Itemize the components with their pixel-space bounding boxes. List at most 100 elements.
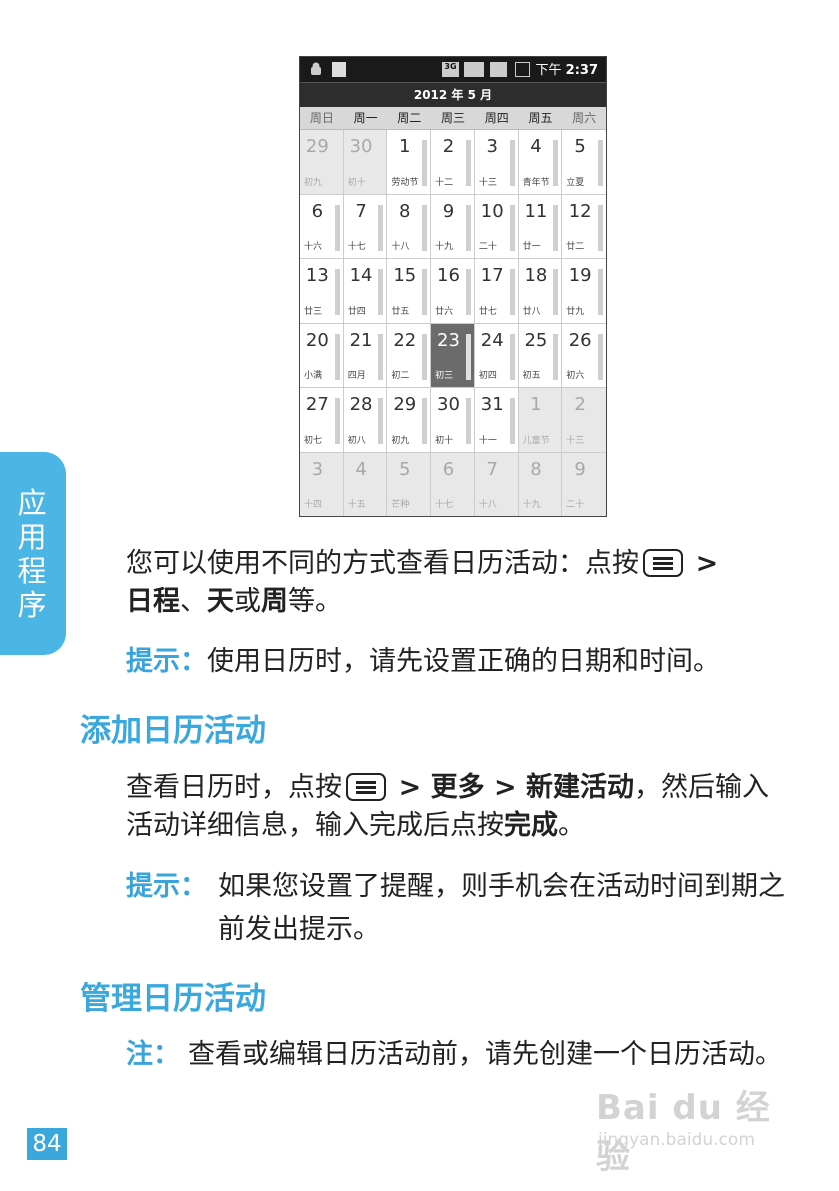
calendar-day[interactable]: 21 四月: [343, 323, 388, 388]
event-strip: [465, 204, 471, 251]
lunar-date: 廿二: [566, 242, 585, 252]
calendar-day[interactable]: 6 十七: [431, 452, 475, 516]
lunar-date: 劳动节: [391, 177, 419, 188]
event-strip: [334, 398, 340, 444]
event-strip: [334, 269, 340, 315]
event-strip: [598, 140, 603, 186]
lunar-date: 初四: [478, 371, 497, 381]
calendar-day[interactable]: 5 芒种: [387, 452, 432, 516]
calendar-day[interactable]: 16 廿六: [431, 259, 475, 324]
day-number: 5: [399, 458, 411, 480]
calendar-day[interactable]: 17 廿七: [474, 259, 519, 324]
event-strip: [598, 333, 603, 380]
day-number: 10: [480, 200, 504, 222]
calendar-day[interactable]: 12 廿二: [562, 194, 606, 259]
calendar-day[interactable]: 19 廿九: [562, 259, 606, 324]
day-number: 8: [530, 458, 542, 480]
event-strip: [553, 333, 559, 380]
day-number: 3: [486, 136, 498, 157]
calendar-day[interactable]: 11 廿一: [518, 194, 563, 259]
event-strip: [509, 333, 515, 380]
calendar-day[interactable]: 18 廿八: [518, 259, 563, 324]
calendar-day[interactable]: 31 十一: [474, 388, 519, 453]
calendar-day[interactable]: 29 初九: [300, 130, 344, 195]
calendar-day[interactable]: 9 二十: [562, 452, 606, 516]
battery-icon: [515, 62, 530, 77]
lunar-date: 廿三: [304, 306, 323, 317]
calendar-day[interactable]: 13 廿三: [300, 259, 344, 324]
lunar-date: 二十: [478, 242, 497, 252]
calendar-day[interactable]: 3 十四: [300, 452, 344, 516]
lunar-date: 十四: [304, 500, 323, 510]
day-number: 31: [480, 394, 504, 415]
day-number: 4: [355, 458, 367, 480]
event-strip: [509, 204, 515, 251]
calendar-day[interactable]: 5 立夏: [562, 130, 606, 195]
day-number: 23: [437, 329, 460, 351]
lunar-date: 初二: [391, 371, 410, 381]
calendar-day[interactable]: 15 廿五: [387, 259, 432, 324]
day-number: 16: [437, 265, 460, 286]
lunar-date: 廿九: [566, 306, 585, 317]
lunar-date: 廿六: [435, 306, 454, 317]
lunar-date: 青年节: [522, 177, 550, 188]
event-strip: [422, 398, 428, 444]
lunar-date: 十三: [478, 177, 497, 188]
day-number: 20: [305, 329, 329, 351]
lunar-date: 十六: [304, 242, 323, 252]
status-time: 下午 2:37: [535, 63, 599, 78]
calendar-day[interactable]: 9 十九: [431, 194, 475, 259]
calendar-day[interactable]: 27 初七: [300, 388, 344, 453]
day-number: 14: [349, 265, 373, 286]
event-strip: [378, 269, 384, 315]
calendar-day[interactable]: 24 初四: [474, 323, 519, 388]
calendar-screenshot: 3G 下午 2:37 2012 年 5 月 周日 周一 周二 周三 周四 周五 周六 29 初…: [299, 56, 607, 517]
day-number: 7: [355, 200, 367, 222]
event-strip: [598, 204, 603, 251]
calendar-grid: 29 初九 30 初十 1 劳动节 2 十二 3 十三 4 青年节 5 立夏 6 十六 7 十七 8 十八 9 十九 10 二…: [300, 130, 606, 516]
calendar-day[interactable]: 7 十七: [343, 194, 388, 259]
calendar-day-today[interactable]: 23 初三: [431, 323, 475, 388]
calendar-day[interactable]: 29 初九: [387, 388, 432, 453]
calendar-day[interactable]: 1 劳动节: [387, 130, 432, 195]
day-number: 11: [524, 200, 548, 222]
calendar-day[interactable]: 30 初十: [431, 388, 475, 453]
calendar-day[interactable]: 28 初八: [343, 388, 388, 453]
lunar-date: 芒种: [391, 500, 410, 510]
calendar-day[interactable]: 2 十三: [562, 388, 606, 453]
calendar-day[interactable]: 8 十八: [387, 194, 432, 259]
calendar-day[interactable]: 30 初十: [343, 130, 388, 195]
event-strip: [553, 140, 559, 186]
calendar-day[interactable]: 8 十九: [518, 452, 563, 516]
calendar-day[interactable]: 14 廿四: [343, 259, 388, 324]
weekday-label: 周五: [528, 111, 553, 125]
calendar-day[interactable]: 4 十五: [343, 452, 388, 516]
note-create-first: 注： 查看或编辑日历活动前，请先创建一个日历活动。: [126, 1039, 782, 1070]
day-number: 1: [399, 136, 411, 157]
calendar-day[interactable]: 6 十六: [300, 194, 344, 259]
calendar-day[interactable]: 7 十八: [474, 452, 519, 516]
menu-key-icon: [346, 773, 386, 801]
weekday-label: 周四: [484, 111, 509, 125]
day-number: 30: [349, 136, 373, 157]
calendar-day[interactable]: 20 小满: [300, 323, 344, 388]
calendar-day[interactable]: 10 二十: [474, 194, 519, 259]
day-number: 13: [305, 265, 329, 286]
calendar-day[interactable]: 4 青年节: [518, 130, 563, 195]
calendar-day[interactable]: 25 初五: [518, 323, 563, 388]
calendar-day[interactable]: 26 初六: [562, 323, 606, 388]
event-strip: [422, 269, 428, 315]
event-strip: [509, 140, 515, 186]
event-strip: [378, 204, 384, 251]
lunar-date: 初八: [347, 435, 366, 446]
calendar-day[interactable]: 22 初二: [387, 323, 432, 388]
lunar-date: 廿一: [522, 242, 541, 252]
lunar-date: 十一: [478, 435, 497, 446]
calendar-day[interactable]: 3 十三: [474, 130, 519, 195]
day-number: 24: [480, 329, 504, 351]
calendar-day[interactable]: 1 儿童节: [518, 388, 563, 453]
event-strip: [465, 140, 471, 186]
lunar-date: 十七: [347, 242, 366, 252]
calendar-day[interactable]: 2 十二: [431, 130, 475, 195]
lunar-date: 廿八: [522, 306, 541, 317]
